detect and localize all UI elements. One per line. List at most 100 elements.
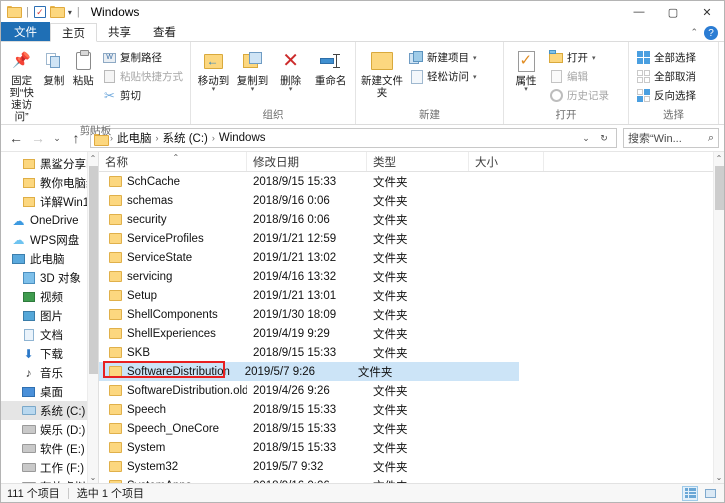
- column-header-date[interactable]: 修改日期: [247, 152, 367, 171]
- breadcrumb-item-windows[interactable]: Windows: [217, 132, 268, 144]
- file-list-scrollbar[interactable]: ⌃ ⌄: [713, 152, 724, 483]
- table-row[interactable]: SKB 2018/9/15 15:33 文件夹: [99, 343, 713, 362]
- sidebar-item-teach-pc[interactable]: 教你电脑维: [1, 173, 98, 192]
- table-row[interactable]: ServiceState 2019/1/21 13:02 文件夹: [99, 248, 713, 267]
- column-header-name[interactable]: 名称 ⌃: [99, 152, 247, 171]
- column-header-type[interactable]: 类型: [367, 152, 469, 171]
- table-row[interactable]: security 2018/9/16 0:06 文件夹: [99, 210, 713, 229]
- search-box[interactable]: 搜索“Win... ⌕: [623, 128, 719, 148]
- chevron-down-icon[interactable]: ▾: [68, 8, 72, 17]
- table-row[interactable]: SoftwareDistribution.old 2019/4/26 9:26 文件…: [99, 381, 713, 400]
- help-icon[interactable]: ?: [704, 26, 718, 40]
- chevron-down-icon[interactable]: ▾: [289, 86, 293, 93]
- search-input[interactable]: 搜索“Win...: [628, 130, 706, 146]
- sidebar-scroll-thumb[interactable]: [89, 166, 98, 374]
- sidebar-item-entertainment-d[interactable]: 娱乐 (D:): [1, 420, 98, 439]
- sidebar-item-videos[interactable]: 视频: [1, 287, 98, 306]
- minimize-button[interactable]: —: [622, 1, 656, 23]
- sidebar-item-work-f[interactable]: 工作 (F:): [1, 458, 98, 477]
- properties-button[interactable]: 属性 ▾: [508, 45, 544, 93]
- copy-to-button[interactable]: 复制到 ▾: [234, 45, 271, 93]
- chevron-up-icon[interactable]: ⌃: [690, 27, 698, 38]
- tab-home[interactable]: 主页: [50, 23, 97, 42]
- properties-icon[interactable]: ✓: [33, 6, 46, 18]
- scroll-down-icon[interactable]: ⌄: [714, 471, 724, 483]
- select-none-button[interactable]: 全部取消: [633, 68, 699, 85]
- sidebar-scrollbar[interactable]: ⌃ ⌄: [87, 152, 98, 483]
- chevron-down-icon[interactable]: ▾: [592, 54, 596, 62]
- sidebar-item-onedrive[interactable]: ☁ OneDrive: [1, 211, 98, 230]
- sidebar-item-desktop[interactable]: 桌面: [1, 382, 98, 401]
- sidebar-item-wps-cloud[interactable]: ☁ WPS网盘: [1, 230, 98, 249]
- details-view-button[interactable]: [682, 485, 698, 501]
- select-all-button[interactable]: 全部选择: [633, 49, 699, 66]
- new-item-button[interactable]: 新建项目 ▾: [406, 49, 480, 66]
- edit-button[interactable]: 编辑: [546, 68, 612, 85]
- table-row[interactable]: Speech_OneCore 2018/9/15 15:33 文件夹: [99, 419, 713, 438]
- table-row[interactable]: System32 2019/5/7 9:32 文件夹: [99, 457, 713, 476]
- new-folder-button[interactable]: 新建文件夹: [360, 45, 404, 99]
- table-row[interactable]: ShellExperiences 2019/4/19 9:29 文件夹: [99, 324, 713, 343]
- file-list-scroll-thumb[interactable]: [715, 166, 724, 210]
- cut-button[interactable]: ✂ 剪切: [99, 87, 186, 104]
- chevron-down-icon[interactable]: ▾: [251, 86, 255, 93]
- tiles-view-button[interactable]: [702, 486, 718, 501]
- file-type-cell: 文件夹: [373, 385, 408, 398]
- scroll-up-icon[interactable]: ⌃: [88, 152, 98, 164]
- chevron-down-icon[interactable]: ▾: [212, 86, 216, 93]
- invert-selection-button[interactable]: 反向选择: [633, 87, 699, 104]
- paste-button[interactable]: 粘贴: [70, 45, 97, 87]
- table-row[interactable]: servicing 2019/4/16 13:32 文件夹: [99, 267, 713, 286]
- tab-view[interactable]: 查看: [142, 22, 187, 41]
- scroll-up-icon[interactable]: ⌃: [714, 152, 724, 164]
- chevron-down-icon[interactable]: ▾: [524, 86, 528, 93]
- scroll-down-icon[interactable]: ⌄: [88, 471, 98, 483]
- refresh-button[interactable]: ↻: [597, 128, 611, 148]
- sidebar-item-pictures[interactable]: 图片: [1, 306, 98, 325]
- table-row-selected[interactable]: SoftwareDistribution 2019/5/7 9:26 文件夹: [99, 362, 519, 381]
- tab-share[interactable]: 共享: [97, 22, 142, 41]
- file-date-cell: 2018/9/15 15:33: [253, 346, 337, 359]
- move-to-button[interactable]: ← 移动到 ▾: [195, 45, 232, 93]
- column-header-extra[interactable]: [544, 152, 713, 171]
- table-row[interactable]: System 2018/9/15 15:33 文件夹: [99, 438, 713, 457]
- sidebar-item-downloads[interactable]: ⬇ 下载: [1, 344, 98, 363]
- easy-access-button[interactable]: 轻松访问 ▾: [406, 68, 480, 85]
- table-row[interactable]: ShellComponents 2019/1/30 18:09 文件夹: [99, 305, 713, 324]
- table-row[interactable]: SchCache 2018/9/15 15:33 文件夹: [99, 172, 713, 191]
- table-row[interactable]: SystemApps 2018/9/16 0:06文件夹: [99, 476, 713, 483]
- sidebar-item-this-pc[interactable]: 此电脑: [1, 249, 98, 268]
- sidebar-item-music[interactable]: ♪ 音乐: [1, 363, 98, 382]
- chevron-down-icon[interactable]: ▾: [473, 54, 477, 62]
- chevron-down-icon[interactable]: ▾: [473, 73, 477, 81]
- sidebar-item-share-e[interactable]: 黑鲨分享E: [1, 154, 98, 173]
- column-header-size[interactable]: 大小: [469, 152, 544, 171]
- history-button[interactable]: 历史记录: [546, 87, 612, 104]
- paste-shortcut-button[interactable]: 粘贴快捷方式: [99, 68, 186, 85]
- sidebar-item-system-c[interactable]: 系统 (C:): [1, 401, 98, 420]
- copy-path-button[interactable]: W 复制路径: [99, 49, 186, 66]
- sidebar-item-documents[interactable]: 文档: [1, 325, 98, 344]
- sidebar-item-vm-storage[interactable]: 存放虚拟机: [1, 477, 98, 483]
- table-row[interactable]: schemas 2018/9/16 0:06 文件夹: [99, 191, 713, 210]
- breadcrumb-separator[interactable]: ›: [212, 133, 215, 143]
- delete-button[interactable]: ✕ 删除 ▾: [273, 45, 308, 93]
- rename-button[interactable]: 重命名: [310, 45, 351, 87]
- folder-icon[interactable]: [7, 5, 22, 19]
- close-button[interactable]: ✕: [690, 1, 724, 23]
- sidebar-item-software-e[interactable]: 软件 (E:): [1, 439, 98, 458]
- table-row[interactable]: Setup 2019/1/21 13:01 文件夹: [99, 286, 713, 305]
- search-icon[interactable]: ⌕: [708, 132, 714, 145]
- sidebar-item-win10-guide[interactable]: 详解Win1: [1, 192, 98, 211]
- copy-button[interactable]: 复制: [40, 45, 67, 87]
- table-row[interactable]: ServiceProfiles 2019/1/21 12:59 文件夹: [99, 229, 713, 248]
- open-button[interactable]: 打开 ▾: [546, 49, 612, 66]
- table-row[interactable]: Speech 2018/9/15 15:33 文件夹: [99, 400, 713, 419]
- pin-to-quick-access-button[interactable]: 📌 固定到“快速访问”: [5, 45, 38, 123]
- maximize-button[interactable]: ▢: [656, 1, 690, 23]
- sidebar-item-3d-objects[interactable]: 3D 对象: [1, 268, 98, 287]
- address-dropdown-button[interactable]: ⌄: [579, 128, 593, 148]
- new-folder-icon[interactable]: [49, 5, 65, 19]
- folder-icon: [109, 233, 122, 244]
- tab-file[interactable]: 文件: [1, 22, 50, 41]
